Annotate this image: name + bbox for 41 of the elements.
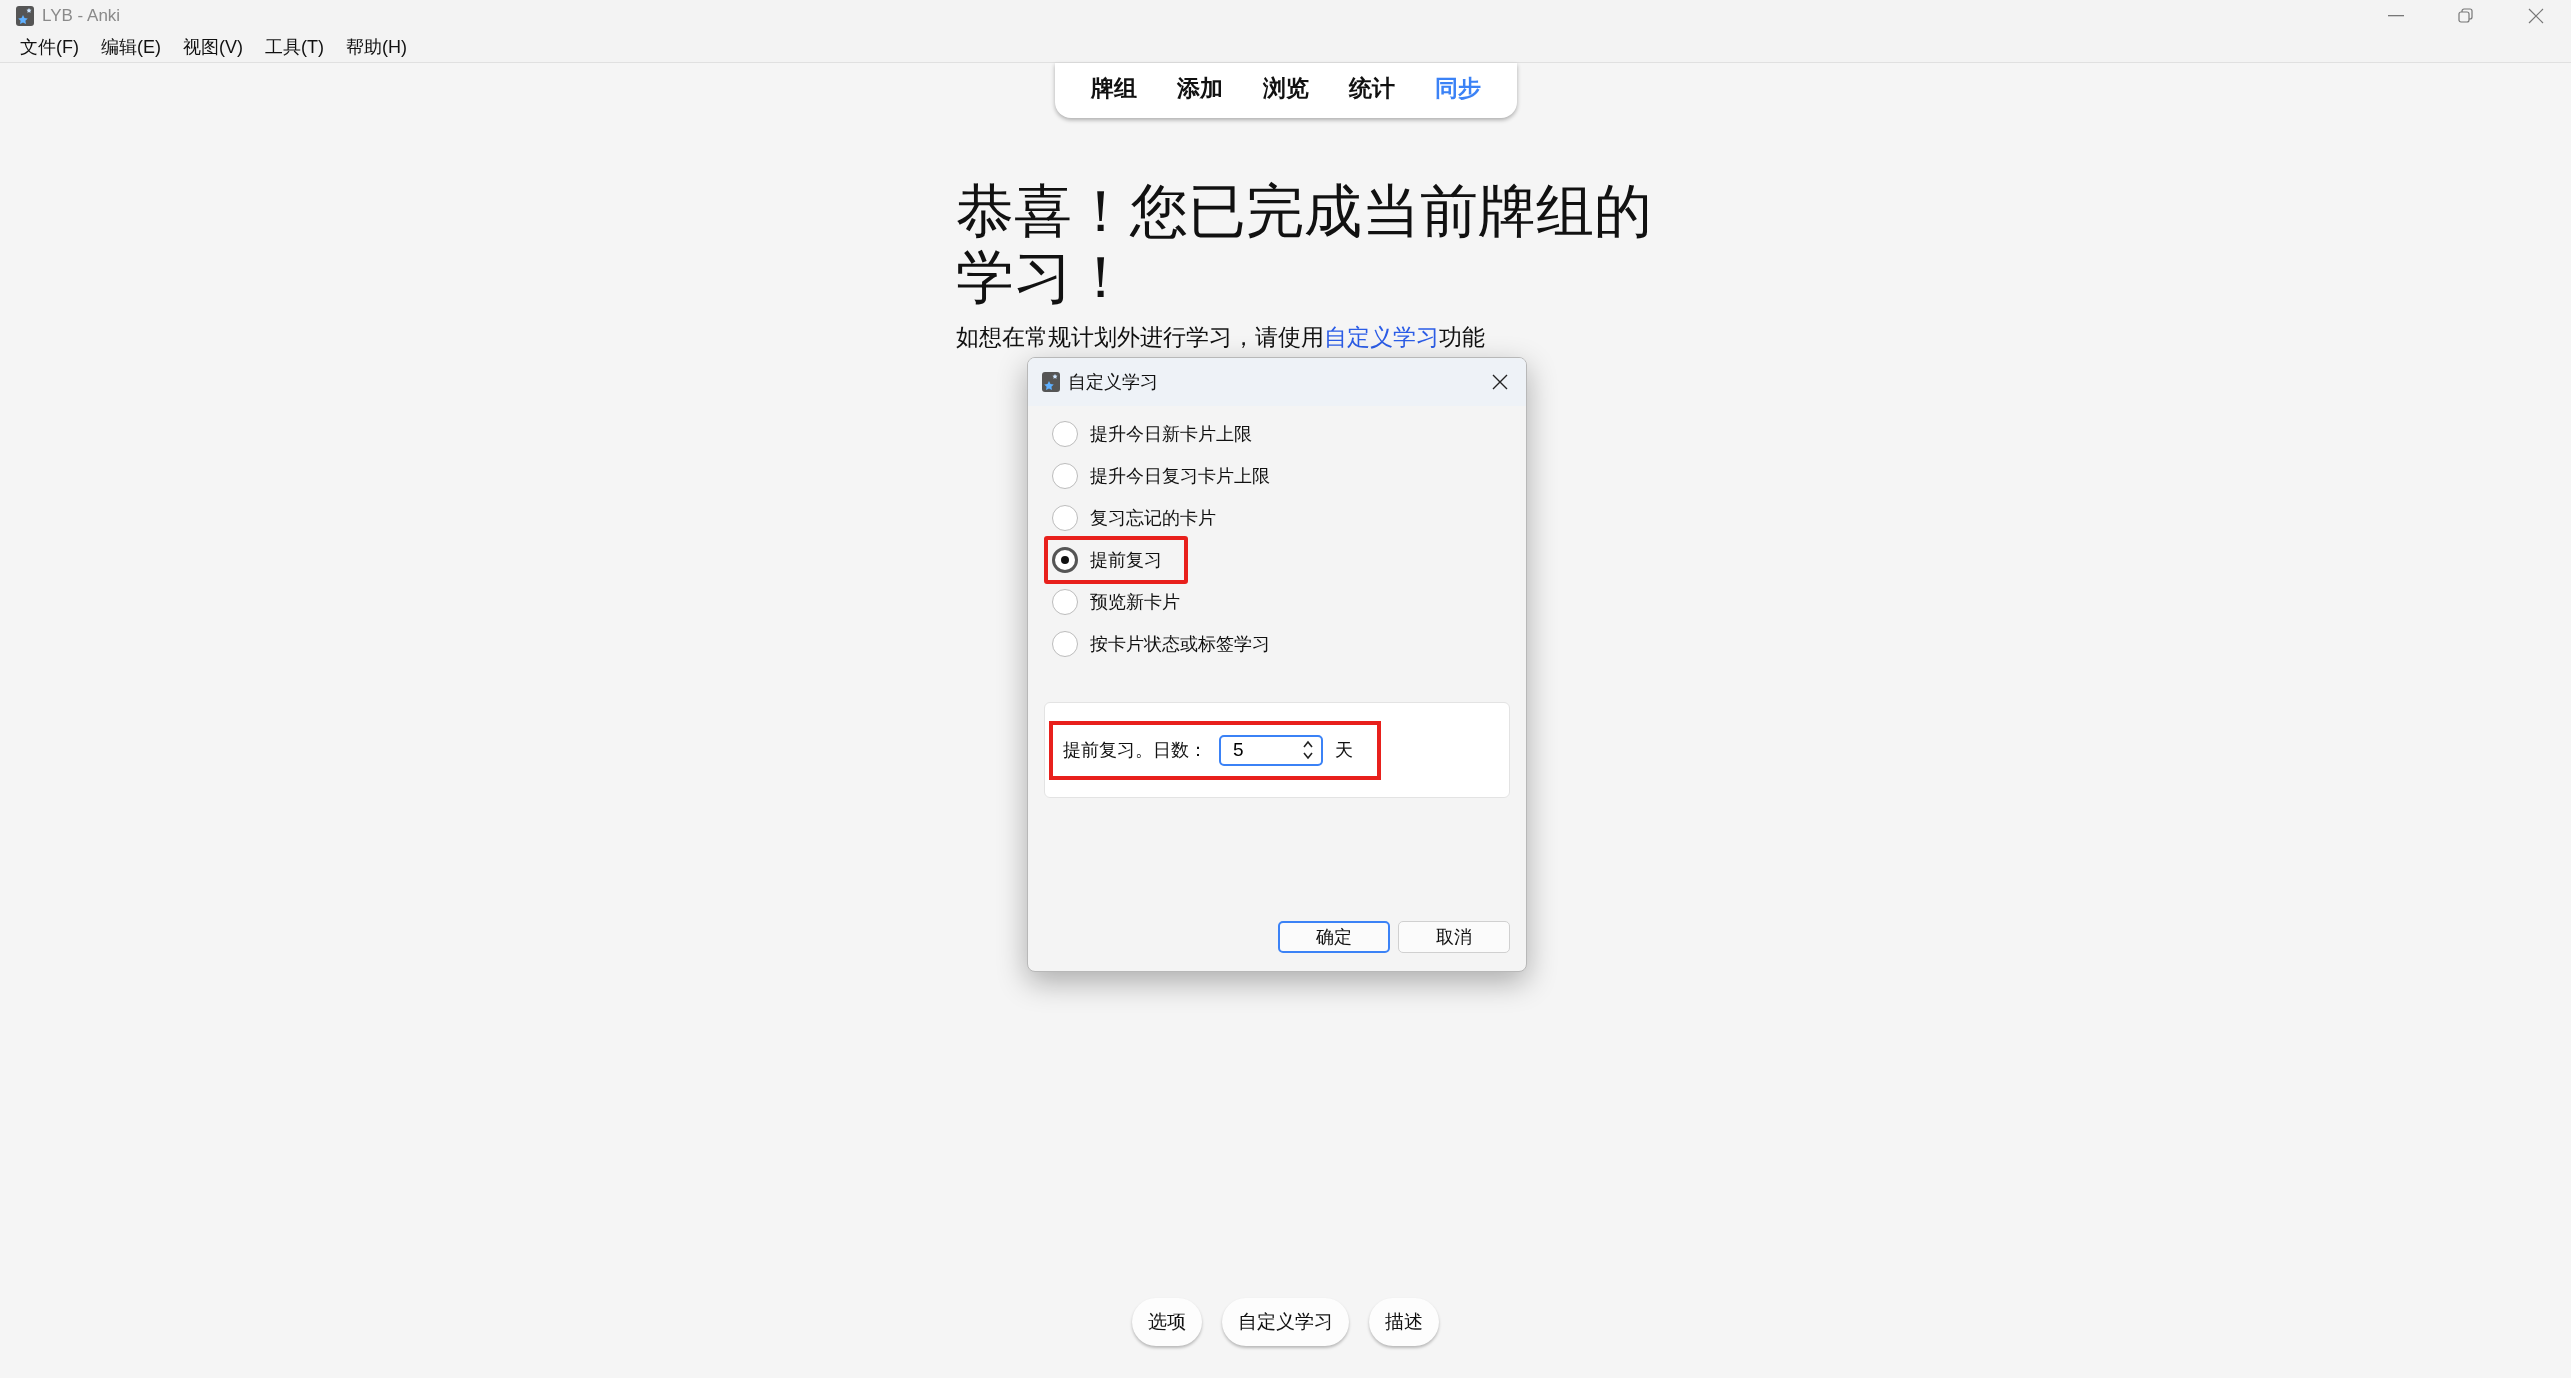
option-label: 提升今日新卡片上限 (1090, 423, 1252, 446)
option-label: 按卡片状态或标签学习 (1090, 633, 1270, 656)
window-title: LYB - Anki (42, 6, 121, 26)
menu-item[interactable]: 帮助(H) (345, 35, 407, 59)
unit-label: 天 (1335, 739, 1353, 762)
radio-button[interactable] (1052, 463, 1078, 489)
radio-button[interactable] (1052, 589, 1078, 615)
menu-item[interactable]: 编辑(E) (101, 35, 161, 59)
option-label: 提前复习 (1090, 549, 1162, 572)
nav-tab[interactable]: 浏览 (1242, 69, 1329, 108)
custom-study-link[interactable]: 自定义学习 (1323, 324, 1439, 350)
hint-text: 如想在常规计划外进行学习，请使用 自定义学习功能 (955, 323, 1486, 352)
restore-icon[interactable] (2458, 8, 2474, 24)
congrats-heading: 恭喜！您已完成当前牌组的学习！ (955, 178, 1653, 310)
dialog-title: 自定义学习 (1068, 371, 1158, 394)
menu-item[interactable]: 工具(T) (265, 35, 324, 59)
option-label: 复习忘记的卡片 (1090, 507, 1216, 530)
deck-action-button[interactable]: 描述 (1369, 1298, 1439, 1346)
radio-button[interactable] (1052, 421, 1078, 447)
nav-tab[interactable]: 统计 (1328, 69, 1415, 108)
app-icon (16, 6, 34, 26)
nav-tab[interactable]: 同步 (1414, 69, 1501, 108)
option-label: 预览新卡片 (1090, 591, 1180, 614)
menu-item[interactable]: 文件(F) (20, 35, 79, 59)
nav-tab[interactable]: 添加 (1156, 69, 1243, 108)
deck-action-button[interactable]: 选项 (1132, 1298, 1202, 1346)
days-field[interactable]: 5 (1219, 734, 1323, 766)
cancel-button[interactable]: 取消 (1398, 921, 1510, 953)
spin-arrows-icon[interactable] (1302, 738, 1314, 761)
radio-button[interactable] (1052, 631, 1078, 657)
radio-button[interactable] (1052, 547, 1078, 573)
close-icon[interactable] (2528, 8, 2544, 24)
deck-action-button[interactable]: 自定义学习 (1222, 1298, 1349, 1346)
nav-tab[interactable]: 牌组 (1070, 69, 1157, 108)
app-icon (1042, 372, 1060, 392)
radio-button[interactable] (1052, 505, 1078, 531)
ok-button[interactable]: 确定 (1278, 921, 1390, 953)
days-label: 提前复习。日数： (1063, 739, 1207, 762)
option-label: 提升今日复习卡片上限 (1090, 465, 1270, 488)
menu-item[interactable]: 视图(V) (183, 35, 243, 59)
minimize-icon[interactable] (2388, 15, 2404, 17)
